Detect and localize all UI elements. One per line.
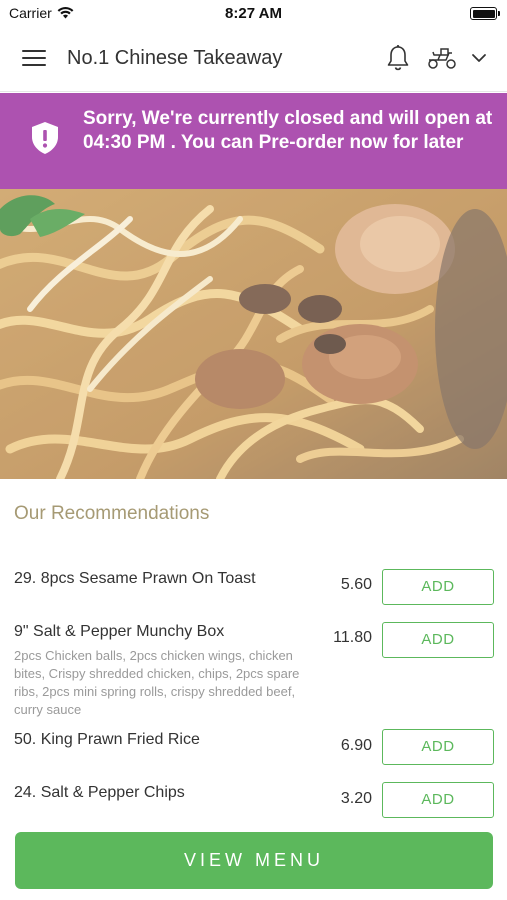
item-price: 6.90: [340, 737, 372, 754]
add-button[interactable]: ADD: [382, 569, 494, 605]
add-button[interactable]: ADD: [382, 729, 494, 765]
shield-icon: [31, 121, 59, 155]
add-button[interactable]: ADD: [382, 622, 494, 658]
banner-message: Sorry, We're currently closed and will o…: [83, 108, 493, 153]
item-name: 24. Salt & Pepper Chips: [14, 784, 185, 801]
battery-icon: [470, 7, 500, 20]
bell-icon[interactable]: [386, 44, 410, 72]
item-price: 5.60: [340, 576, 372, 593]
view-menu-button[interactable]: VIEW MENU: [15, 832, 493, 889]
page-title: No.1 Chinese Takeaway: [67, 47, 283, 69]
chevron-down-icon[interactable]: [470, 50, 488, 66]
item-name: 9" Salt & Pepper Munchy Box: [14, 623, 225, 640]
item-name: 29. 8pcs Sesame Prawn On Toast: [14, 570, 256, 587]
menu-icon[interactable]: [22, 50, 46, 68]
closed-banner: Sorry, We're currently closed and will o…: [0, 93, 507, 189]
hero-food-image: [0, 189, 507, 479]
item-name: 50. King Prawn Fried Rice: [14, 731, 200, 748]
item-price: 11.80: [333, 629, 372, 646]
status-time: 8:27 AM: [225, 5, 282, 22]
recommendations-title: Our Recommendations: [14, 503, 210, 524]
add-button[interactable]: ADD: [382, 782, 494, 818]
scooter-icon[interactable]: [426, 46, 458, 70]
item-price: 3.20: [340, 790, 372, 807]
status-bar: Carrier 8:27 AM: [0, 0, 507, 26]
app-header: No.1 Chinese Takeaway: [0, 26, 507, 92]
item-description: 2pcs Chicken balls, 2pcs chicken wings, …: [14, 648, 300, 717]
